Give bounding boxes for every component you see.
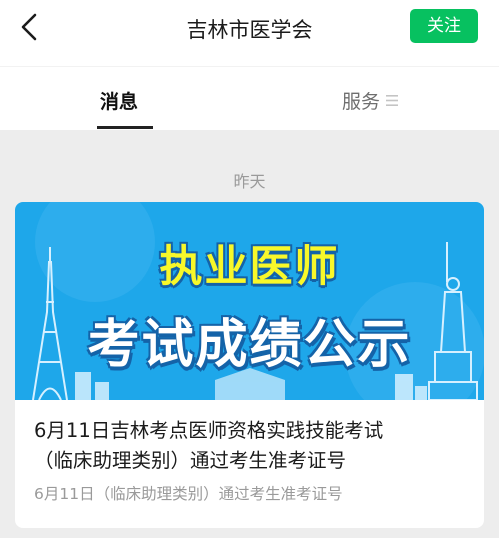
follow-button[interactable]: 关注: [410, 9, 478, 43]
tab-services[interactable]: 服务: [342, 87, 399, 114]
tab-bar: 消息 服务: [0, 66, 499, 130]
article-title-line: （临床助理类别）通过考生准考证号: [34, 449, 347, 472]
date-divider: 昨天: [233, 172, 266, 191]
banner-headline-1: 执业医师: [159, 242, 340, 292]
article-title[interactable]: 6月11日吉林考点医师资格实践技能考试 （临床助理类别）通过考生准考证号: [34, 416, 474, 476]
tab-messages[interactable]: 消息: [100, 87, 138, 114]
article-card[interactable]: 执业医师 考试成绩公示 6月11日吉林考点医师资格实践技能考试 （临床助理类别）…: [15, 202, 484, 528]
active-tab-indicator: [97, 126, 153, 129]
article-digest: 6月11日（临床助理类别）通过考生准考证号: [34, 485, 343, 503]
menu-icon: [386, 95, 399, 106]
article-banner[interactable]: 执业医师 考试成绩公示: [15, 202, 484, 400]
tab-services-label: 服务: [342, 91, 381, 113]
article-title-line: 6月11日吉林考点医师资格实践技能考试: [34, 419, 384, 442]
banner-headline-2: 考试成绩公示: [87, 315, 412, 375]
top-bar: 吉林市医学会 关注: [0, 0, 499, 66]
